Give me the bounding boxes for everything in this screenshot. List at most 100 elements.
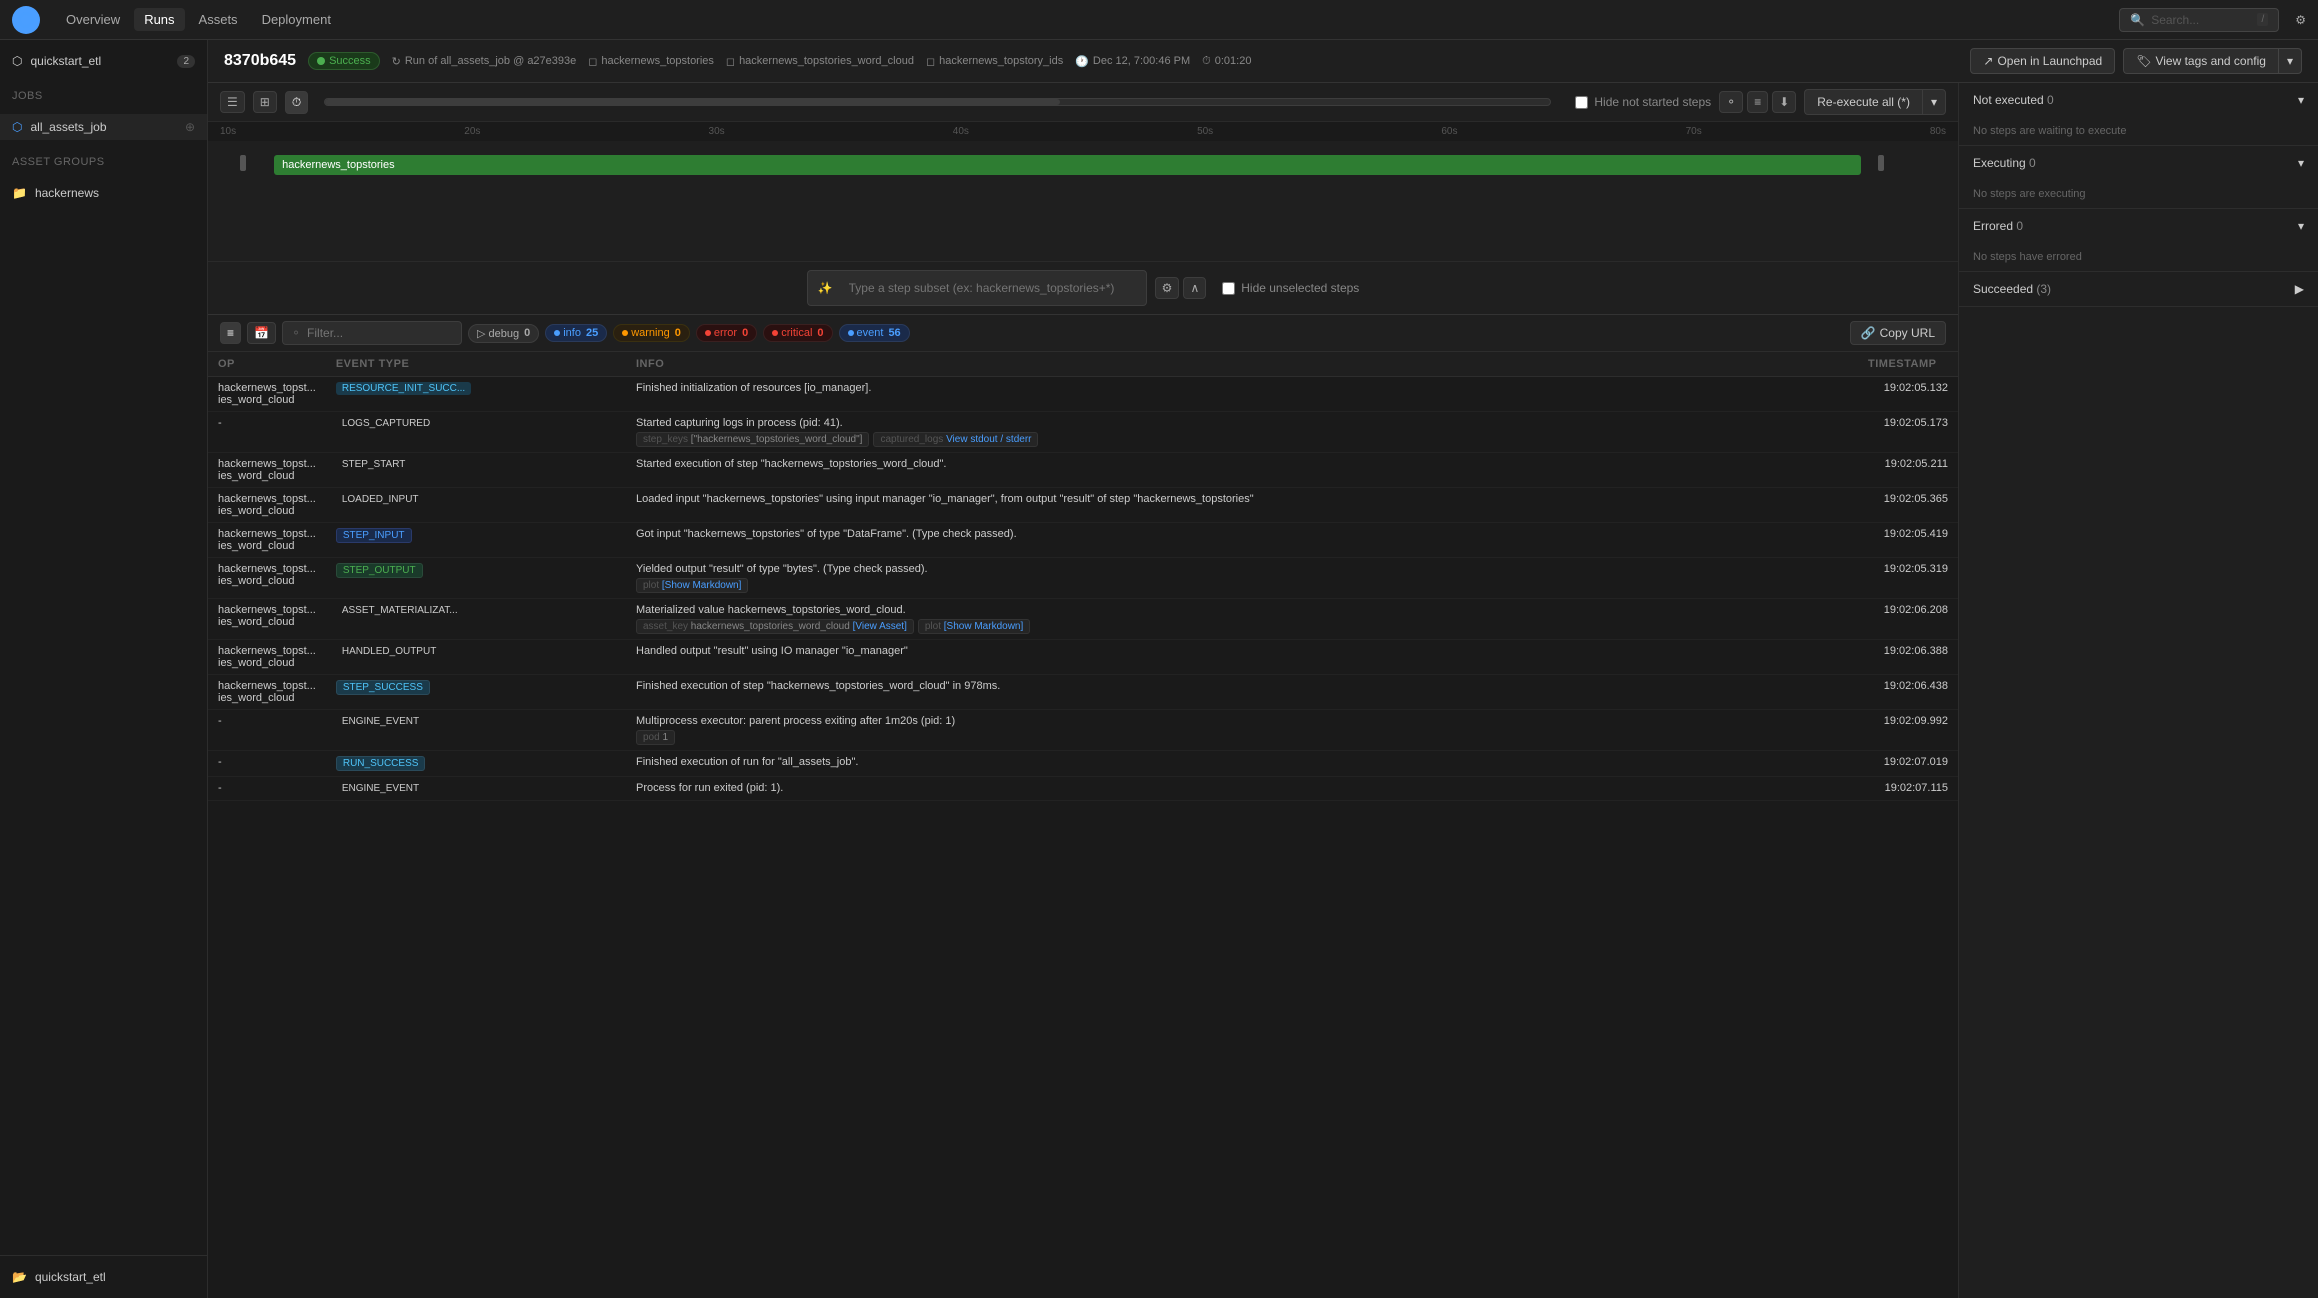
workspace-badge: 2 [177, 55, 195, 68]
timeline-list-btn[interactable]: ☰ [220, 91, 245, 113]
log-tag-warning[interactable]: warning 0 [613, 324, 690, 342]
log-op-cell: - [208, 710, 326, 751]
view-tags-split-button: 🏷 View tags and config ▾ [2123, 48, 2302, 74]
view-tags-button[interactable]: 🏷 View tags and config [2123, 48, 2278, 74]
log-info-cell: Multiprocess executor: parent process ex… [626, 710, 1858, 751]
panel-succeeded-header[interactable]: Succeeded (3) ▶ [1959, 272, 2318, 306]
timeline-bar-hackernews[interactable]: hackernews_topstories [274, 155, 1861, 175]
panel-not-executed-header[interactable]: Not executed 0 ▾ [1959, 83, 2318, 117]
errored-chevron-icon: ▾ [2298, 219, 2304, 233]
re-execute-button[interactable]: Re-execute all (*) [1804, 89, 1922, 115]
info-sub-link[interactable]: View stdout / stderr [946, 434, 1031, 445]
hide-unselected-input[interactable] [1222, 282, 1235, 295]
info-sub-link[interactable]: [Show Markdown] [944, 621, 1023, 632]
view-tags-caret-button[interactable]: ▾ [2278, 48, 2302, 74]
log-tag-critical[interactable]: critical 0 [763, 324, 832, 342]
timeline-bar-area[interactable]: hackernews_topstories [240, 153, 1946, 173]
timeline-bar-row: hackernews_topstories [220, 149, 1946, 177]
log-timestamp-cell: 19:02:05.419 [1858, 523, 1958, 558]
succeeded-label: Succeeded (3) [1973, 282, 2051, 296]
hide-not-started-checkbox[interactable]: Hide not started steps [1575, 95, 1711, 109]
nav-overview[interactable]: Overview [56, 8, 130, 31]
search-placeholder: Search... [2151, 13, 2199, 27]
hide-unselected-checkbox[interactable]: Hide unselected steps [1222, 281, 1359, 295]
sidebar-item-all-assets-job[interactable]: ⬡ all_assets_job ⊕ [0, 114, 207, 140]
timeline-list-view-btn[interactable]: ≡ [1747, 91, 1768, 113]
run-asset-3[interactable]: ◻ hackernews_topstory_ids [926, 55, 1063, 68]
run-job-link[interactable]: ↻ Run of all_assets_job @ a27e393e [392, 55, 577, 68]
log-timestamp-cell: 19:02:06.208 [1858, 599, 1958, 640]
event-type-badge: RUN_SUCCESS [336, 756, 426, 771]
sidebar-item-hackernews[interactable]: 📁 hackernews [0, 180, 207, 206]
step-collapse-btn[interactable]: ∧ [1183, 277, 1206, 299]
bottom-workspace-icon: 📂 [12, 1270, 27, 1284]
settings-icon[interactable]: ⚙ [2295, 13, 2306, 27]
job-settings-icon[interactable]: ⊕ [185, 120, 195, 134]
timeline-filter-btn[interactable]: ⚬ [1719, 91, 1743, 113]
run-asset-2[interactable]: ◻ hackernews_topstories_word_cloud [726, 55, 914, 68]
panel-errored-header[interactable]: Errored 0 ▾ [1959, 209, 2318, 243]
timeline-download-btn[interactable]: ⬇ [1772, 91, 1796, 113]
sidebar-workspace[interactable]: ⬡ quickstart_etl 2 [0, 48, 207, 74]
panel-executing-header[interactable]: Executing 0 ▾ [1959, 146, 2318, 180]
hide-not-started-input[interactable] [1575, 96, 1588, 109]
tag-icon: 🏷 [2136, 54, 2151, 68]
log-info-cell: Materialized value hackernews_topstories… [626, 599, 1858, 640]
table-row: hackernews_topst... ies_word_cloudASSET_… [208, 599, 1958, 640]
log-timestamp-cell: 19:02:05.132 [1858, 377, 1958, 412]
logs-area: ≡ 📅 ⚬ ✕ ▷ debug 0 info [208, 315, 1958, 1298]
event-type-badge: LOGS_CAPTURED [336, 417, 436, 430]
critical-label: critical [781, 327, 812, 339]
event-type-badge: LOADED_INPUT [336, 493, 425, 506]
info-sub-extra-link[interactable]: [View Asset] [853, 621, 907, 632]
info-sub-link[interactable]: [Show Markdown] [662, 580, 741, 591]
executing-label: Executing 0 [1973, 156, 2036, 170]
log-info-cell: Started capturing logs in process (pid: … [626, 412, 1858, 453]
log-tag-error[interactable]: error 0 [696, 324, 757, 342]
errored-body: No steps have errored [1959, 243, 2318, 271]
launchpad-icon: ↗ [1983, 54, 1993, 68]
sidebar-bottom-workspace[interactable]: 📂 quickstart_etl [12, 1266, 195, 1288]
re-execute-caret-button[interactable]: ▾ [1922, 89, 1946, 115]
step-search-actions: ⚙ ∧ [1155, 277, 1207, 299]
log-info-cell: Started execution of step "hackernews_to… [626, 453, 1858, 488]
logs-calendar-view-btn[interactable]: 📅 [247, 322, 276, 344]
log-tag-debug[interactable]: ▷ debug 0 [468, 324, 539, 343]
global-search[interactable]: 🔍 Search... / [2119, 8, 2279, 32]
log-info-cell: Loaded input "hackernews_topstories" usi… [626, 488, 1858, 523]
main-content: 8370b645 Success ↻ Run of all_assets_job… [208, 40, 2318, 1298]
errored-label: Errored 0 [1973, 219, 2023, 233]
table-row: hackernews_topst... ies_word_cloudSTEP_S… [208, 453, 1958, 488]
event-type-badge: ASSET_MATERIALIZAT... [336, 604, 464, 617]
log-info-cell: Got input "hackernews_topstories" of typ… [626, 523, 1858, 558]
table-row: -LOGS_CAPTUREDStarted capturing logs in … [208, 412, 1958, 453]
nav-runs[interactable]: Runs [134, 8, 184, 31]
run-asset-1[interactable]: ◻ hackernews_topstories [588, 55, 714, 68]
step-search-input[interactable] [839, 276, 1136, 300]
col-header-info: INFO [626, 352, 1858, 377]
warning-label: warning [631, 327, 670, 339]
ruler-mark-7: 80s [1930, 126, 1946, 137]
logs-table-view-btn[interactable]: ≡ [220, 322, 241, 344]
copy-url-label: Copy URL [1880, 326, 1935, 340]
log-tag-info[interactable]: info 25 [545, 324, 607, 342]
log-event-type-cell: LOGS_CAPTURED [326, 412, 626, 453]
timeline-gantt-btn[interactable]: ⏱ [285, 91, 308, 114]
timeline-grid-btn[interactable]: ⊞ [253, 91, 277, 113]
step-settings-btn[interactable]: ⚙ [1155, 277, 1180, 299]
nav-deployment[interactable]: Deployment [252, 8, 341, 31]
ruler-mark-3: 40s [953, 126, 969, 137]
logs-filter[interactable]: ⚬ ✕ [282, 321, 462, 345]
error-label: error [714, 327, 737, 339]
filter-input[interactable] [307, 326, 462, 340]
copy-url-button[interactable]: 🔗 Copy URL [1850, 321, 1946, 345]
table-row: hackernews_topst... ies_word_cloudLOADED… [208, 488, 1958, 523]
date-icon: 🕐 [1075, 55, 1089, 68]
log-tag-event[interactable]: event 56 [839, 324, 910, 342]
open-launchpad-button[interactable]: ↗ Open in Launchpad [1970, 48, 2115, 74]
event-type-badge: STEP_START [336, 458, 412, 471]
event-type-badge: RESOURCE_INIT_SUCC... [336, 382, 471, 395]
nav-assets[interactable]: Assets [189, 8, 248, 31]
info-dot [554, 330, 560, 336]
timeline-area: ☰ ⊞ ⏱ Hide not started steps ⚬ ≡ [208, 83, 1958, 315]
